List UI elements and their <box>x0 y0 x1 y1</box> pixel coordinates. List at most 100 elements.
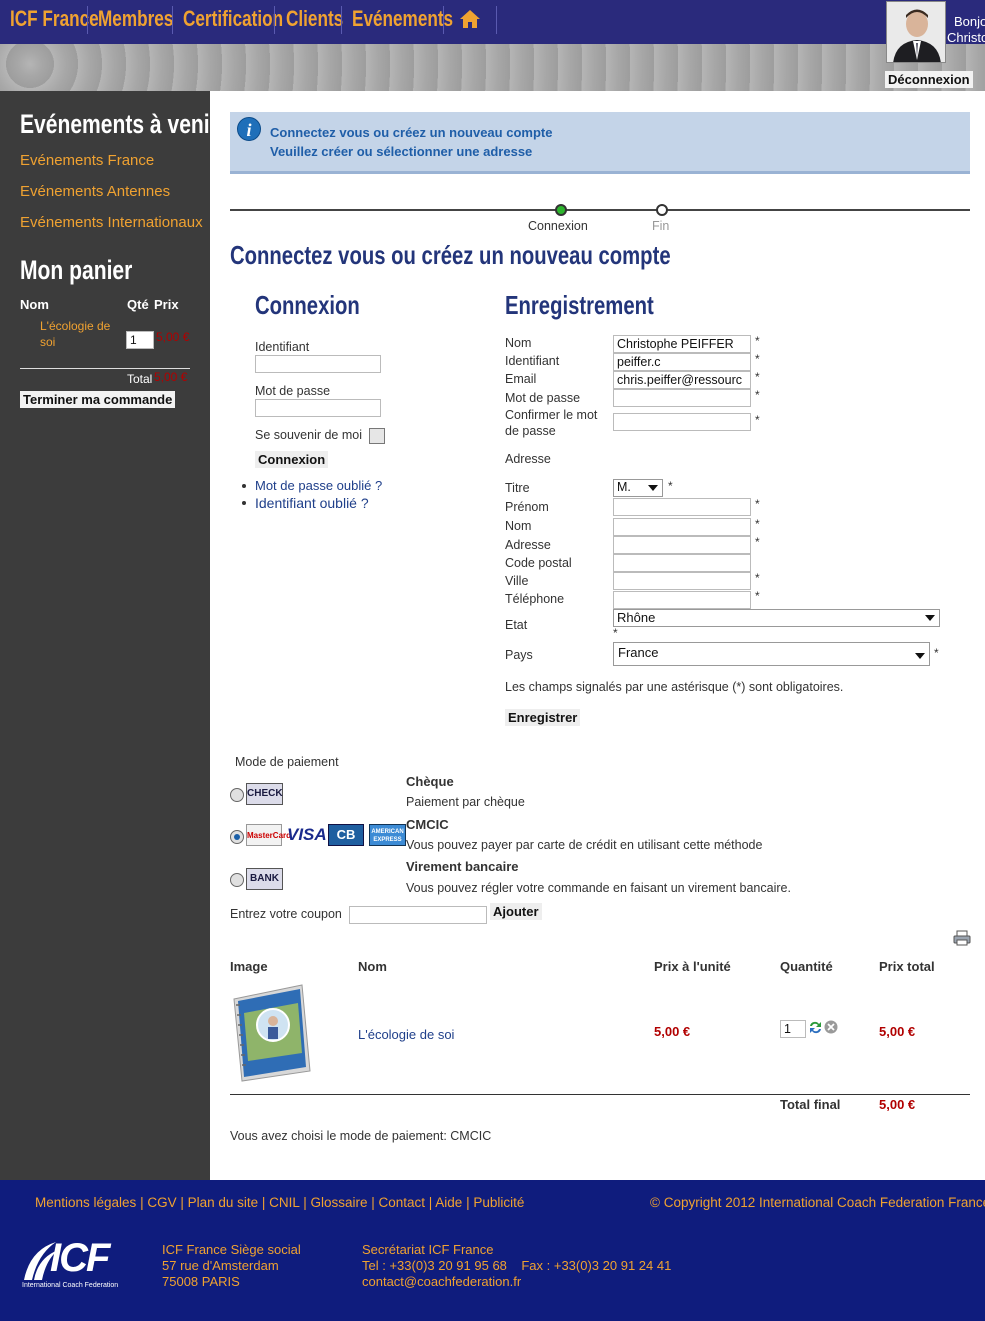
payment-name-check: Chèque <box>406 774 454 789</box>
footer-link-aide[interactable]: Aide <box>435 1195 462 1210</box>
reg-city-label: Ville <box>505 574 529 588</box>
cart-item-qty-input[interactable]: 1 <box>126 331 154 349</box>
cart-header-name: Nom <box>20 297 49 312</box>
page-title: Connectez vous ou créez un nouveau compt… <box>230 240 671 270</box>
refresh-icon[interactable] <box>808 1020 823 1035</box>
nav-evenements[interactable]: Evénements <box>352 0 453 44</box>
login-title: Connexion <box>255 290 360 320</box>
home-icon[interactable] <box>458 8 482 30</box>
footer-link-publicite[interactable]: Publicité <box>473 1195 524 1210</box>
cart-col-name: Nom <box>358 959 387 974</box>
checkout-button[interactable]: Terminer ma commande <box>20 391 176 408</box>
sidebar-link-events-international[interactable]: Evénements Internationaux <box>20 214 203 231</box>
user-name: Christo <box>947 30 985 45</box>
footer-link-glossaire[interactable]: Glossaire <box>310 1195 367 1210</box>
office-line-2: 57 rue d'Amsterdam <box>162 1258 279 1273</box>
login-password-input[interactable] <box>255 399 381 417</box>
register-button[interactable]: Enregistrer <box>505 709 581 726</box>
cart-title: Mon panier <box>20 255 133 285</box>
cart-item-link[interactable]: L'écologie de soi <box>358 1027 454 1042</box>
forgot-username-link[interactable]: Identifiant oublié ? <box>255 495 369 511</box>
info-box <box>230 112 970 174</box>
icf-logo-text: ICF <box>50 1236 110 1280</box>
coupon-input[interactable] <box>349 906 487 924</box>
reg-state-value: Rhône <box>617 610 656 625</box>
reg-city-input[interactable] <box>613 572 751 590</box>
nav-membres[interactable]: Membres <box>98 0 173 44</box>
payment-desc-cmcic: Vous pouvez payer par carte de crédit en… <box>406 838 763 852</box>
cart-item-price: 5,00 € <box>156 330 190 344</box>
login-button[interactable]: Connexion <box>255 451 329 468</box>
sidebar-link-events-france[interactable]: Evénements France <box>20 152 154 169</box>
reg-confirm-input[interactable] <box>613 413 751 431</box>
reg-email-input[interactable]: chris.peiffer@ressourc <box>613 371 751 389</box>
payment-radio-bank[interactable] <box>230 873 244 887</box>
icf-logo[interactable]: ICF International Coach Federation <box>20 1236 130 1292</box>
reg-country-select[interactable]: France <box>613 642 930 666</box>
step-fin-dot <box>656 204 668 216</box>
footer-link-mentions[interactable]: Mentions légales <box>35 1195 136 1210</box>
product-image[interactable] <box>228 983 314 1083</box>
logout-button[interactable]: Déconnexion <box>885 71 973 88</box>
chevron-down-icon <box>925 615 935 621</box>
cart-qty-input[interactable]: 1 <box>780 1020 806 1038</box>
reg-name-input[interactable]: Christophe PEIFFER <box>613 335 751 353</box>
required-asterisk: * <box>755 334 760 348</box>
reg-phone-input[interactable] <box>613 591 751 609</box>
cart-col-unit-price: Prix à l'unité <box>654 959 731 974</box>
payment-radio-cmcic[interactable] <box>230 830 244 844</box>
remember-checkbox[interactable] <box>369 428 385 444</box>
required-asterisk: * <box>755 370 760 384</box>
bullet <box>242 484 246 488</box>
reg-name-label: Nom <box>505 336 532 350</box>
remember-label: Se souvenir de moi <box>255 428 363 442</box>
progress-line <box>230 209 970 211</box>
footer-link-sitemap[interactable]: Plan du site <box>188 1195 259 1210</box>
login-username-input[interactable] <box>255 355 381 373</box>
cart-item-name[interactable]: L'écologie de <box>40 319 110 333</box>
reg-password-input[interactable] <box>613 389 751 407</box>
print-icon[interactable] <box>953 930 971 946</box>
nav-clients[interactable]: Clients <box>286 0 343 44</box>
reg-confirm-label: Confirmer le mot <box>505 408 598 422</box>
reg-state-select[interactable]: Rhône <box>613 609 940 627</box>
reg-confirm-label-cont: de passe <box>505 424 556 438</box>
login-password-label: Mot de passe <box>255 384 331 398</box>
footer-link-contact[interactable]: Contact <box>379 1195 426 1210</box>
bullet <box>242 501 246 505</box>
reg-address-input[interactable] <box>613 536 751 554</box>
nav-certification[interactable]: Certification <box>183 0 283 44</box>
payment-radio-check[interactable] <box>230 788 244 802</box>
reg-state-label: Etat <box>505 618 528 632</box>
reg-title-value: M. <box>617 480 631 494</box>
divider <box>20 368 190 369</box>
reg-country-label: Pays <box>505 648 533 662</box>
footer-copyright: © Copyright 2012 International Coach Fed… <box>650 1195 985 1210</box>
nav-icf-france[interactable]: ICF France <box>10 0 99 44</box>
forgot-password-link[interactable]: Mot de passe oublié ? <box>255 478 382 493</box>
coupon-button[interactable]: Ajouter <box>490 903 542 920</box>
reg-zip-label: Code postal <box>505 556 572 570</box>
step-connexion-dot <box>555 204 567 216</box>
reg-lastname-input[interactable] <box>613 518 751 536</box>
secretariat-phone-fax: Tel : +33(0)3 20 91 95 68 Fax : +33(0)3 … <box>362 1258 672 1273</box>
office-line-1: ICF France Siège social <box>162 1242 301 1257</box>
footer-link-cnil[interactable]: CNIL <box>269 1195 299 1210</box>
info-icon: i <box>237 117 261 141</box>
cart-item-name-cont[interactable]: soi <box>40 335 55 349</box>
footer-links: Mentions légales | CGV | Plan du site | … <box>35 1195 525 1210</box>
nav-separator <box>443 6 444 34</box>
remove-icon[interactable] <box>824 1020 838 1034</box>
user-greeting: Bonjour <box>954 14 985 29</box>
reg-username-input[interactable]: peiffer.c <box>613 353 751 371</box>
footer-link-cgv[interactable]: CGV <box>147 1195 176 1210</box>
reg-country-value: France <box>618 645 659 660</box>
reg-zip-input[interactable] <box>613 554 751 572</box>
reg-firstname-input[interactable] <box>613 498 751 516</box>
reg-title-select[interactable]: M. <box>613 479 663 497</box>
secretariat-email[interactable]: contact@coachfederation.fr <box>362 1274 521 1290</box>
register-title: Enregistrement <box>505 290 654 320</box>
required-asterisk: * <box>755 571 760 585</box>
payment-desc-bank: Vous pouvez régler votre commande en fai… <box>406 881 791 895</box>
sidebar-link-events-antennes[interactable]: Evénements Antennes <box>20 183 170 200</box>
